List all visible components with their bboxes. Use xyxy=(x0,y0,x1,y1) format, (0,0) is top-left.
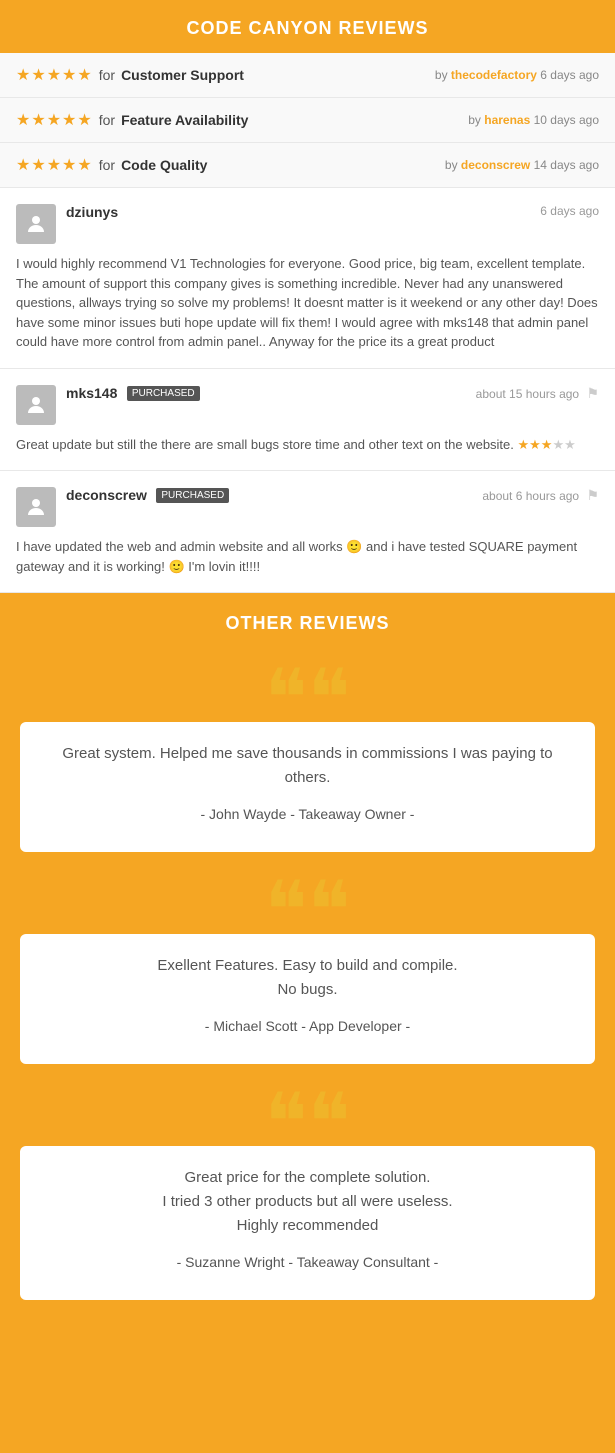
testimonial-author-1: - John Wayde - Takeaway Owner - xyxy=(50,806,565,822)
rating-meta: by deconscrew 14 days ago xyxy=(445,158,599,172)
mini-stars: ★★★ xyxy=(518,437,553,452)
for-label: for xyxy=(99,112,115,128)
other-reviews-header: OTHER REVIEWS xyxy=(0,593,615,650)
review-card: about 6 hours ago ⚑ deconscrew PURCHASED… xyxy=(0,471,615,593)
review-meta: 6 days ago dziunys xyxy=(66,204,599,222)
rating-section: ★★★★★ for Customer Support by thecodefac… xyxy=(0,53,615,188)
page-header: CODE CANYON REVIEWS xyxy=(0,0,615,53)
rating-row-customer-support: ★★★★★ for Customer Support by thecodefac… xyxy=(0,53,615,98)
review-header: 6 days ago dziunys xyxy=(16,204,599,244)
avatar xyxy=(16,385,56,425)
mini-stars-empty: ★★ xyxy=(552,437,575,452)
quote-container-2: ❝❝ xyxy=(20,872,595,952)
review-meta: about 6 hours ago ⚑ deconscrew PURCHASED xyxy=(66,487,599,505)
testimonial-text-1: Great system. Helped me save thousands i… xyxy=(50,742,565,790)
review-text: I have updated the web and admin website… xyxy=(16,537,599,576)
testimonial-text-2: Exellent Features. Easy to build and com… xyxy=(50,954,565,1002)
page-title: CODE CANYON REVIEWS xyxy=(10,18,605,39)
rating-meta: by thecodefactory 6 days ago xyxy=(435,68,599,82)
stars-icon: ★★★★★ xyxy=(16,65,93,85)
review-timestamp: about 6 hours ago ⚑ xyxy=(482,487,599,504)
testimonial-text-3: Great price for the complete solution.I … xyxy=(50,1166,565,1238)
rating-category: Code Quality xyxy=(121,157,207,173)
flag-icon: ⚑ xyxy=(586,385,599,401)
reviewer-link[interactable]: harenas xyxy=(484,113,530,127)
reviewer-link[interactable]: deconscrew xyxy=(461,158,530,172)
review-card: 6 days ago dziunys I would highly recomm… xyxy=(0,188,615,369)
quote-mark-icon: ❝❝ xyxy=(264,872,350,952)
avatar xyxy=(16,204,56,244)
review-text: Great update but still the there are sma… xyxy=(16,435,599,455)
for-label: for xyxy=(99,67,115,83)
review-meta: about 15 hours ago ⚑ mks148 PURCHASED xyxy=(66,385,599,403)
reviewer-username: mks148 xyxy=(66,385,117,401)
testimonial-author-3: - Suzanne Wright - Takeaway Consultant - xyxy=(50,1254,565,1270)
review-text: I would highly recommend V1 Technologies… xyxy=(16,254,599,352)
review-header: about 6 hours ago ⚑ deconscrew PURCHASED xyxy=(16,487,599,527)
rating-meta: by harenas 10 days ago xyxy=(468,113,599,127)
reviewer-username: dziunys xyxy=(66,204,118,220)
quote-container-3: ❝❝ xyxy=(20,1084,595,1164)
rating-category: Customer Support xyxy=(121,67,244,83)
rating-left: ★★★★★ for Code Quality xyxy=(16,155,207,175)
stars-icon: ★★★★★ xyxy=(16,155,93,175)
other-reviews-title: OTHER REVIEWS xyxy=(10,613,605,634)
purchased-badge: PURCHASED xyxy=(156,488,229,503)
quote-mark-icon: ❝❝ xyxy=(264,1084,350,1164)
for-label: for xyxy=(99,157,115,173)
stars-icon: ★★★★★ xyxy=(16,110,93,130)
quote-mark-icon: ❝❝ xyxy=(264,660,350,740)
review-timestamp: about 15 hours ago ⚑ xyxy=(476,385,599,402)
other-reviews-section: ❝❝ Great system. Helped me save thousand… xyxy=(0,650,615,1350)
review-header: about 15 hours ago ⚑ mks148 PURCHASED xyxy=(16,385,599,425)
flag-icon: ⚑ xyxy=(586,487,599,503)
reviewer-username: deconscrew xyxy=(66,487,147,503)
testimonial-author-2: - Michael Scott - App Developer - xyxy=(50,1018,565,1034)
avatar xyxy=(16,487,56,527)
rating-row-feature-availability: ★★★★★ for Feature Availability by harena… xyxy=(0,98,615,143)
rating-left: ★★★★★ for Feature Availability xyxy=(16,110,248,130)
reviewer-link[interactable]: thecodefactory xyxy=(451,68,537,82)
rating-left: ★★★★★ for Customer Support xyxy=(16,65,244,85)
rating-category: Feature Availability xyxy=(121,112,248,128)
reviews-section: 6 days ago dziunys I would highly recomm… xyxy=(0,188,615,593)
review-card: about 15 hours ago ⚑ mks148 PURCHASED Gr… xyxy=(0,369,615,472)
review-timestamp: 6 days ago xyxy=(540,204,599,218)
purchased-badge: PURCHASED xyxy=(127,386,200,401)
testimonial-card-3: Great price for the complete solution.I … xyxy=(20,1146,595,1300)
rating-row-code-quality: ★★★★★ for Code Quality by deconscrew 14 … xyxy=(0,143,615,187)
quote-container-1: ❝❝ xyxy=(20,660,595,740)
